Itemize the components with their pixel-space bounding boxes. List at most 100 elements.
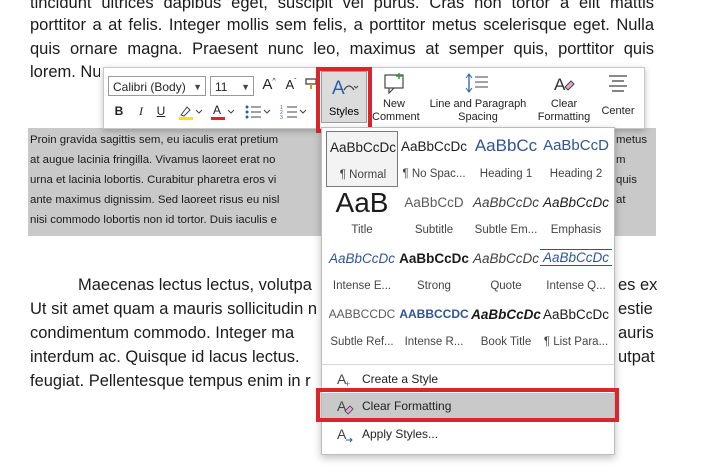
font-color-icon[interactable]: A bbox=[210, 103, 236, 121]
style-sample: AaBbCcDc bbox=[471, 307, 541, 322]
chevron-down-icon[interactable]: ▼ bbox=[193, 77, 202, 97]
style-tile-quote[interactable]: AaBbCcDc Quote bbox=[470, 243, 542, 299]
doc-paragraph-tail: auris bbox=[618, 324, 654, 342]
style-tile-book-title[interactable]: AaBbCcDc Book Title bbox=[470, 299, 542, 355]
style-tile-normal[interactable]: AaBbCcDc ¶ Normal bbox=[326, 131, 398, 187]
doc-paragraph-tail: estie bbox=[618, 300, 653, 318]
selected-line-tail: metus bbox=[616, 134, 648, 146]
doc-paragraph-tail: es ex. bbox=[618, 276, 658, 294]
svg-text:3: 3 bbox=[280, 115, 283, 121]
style-name: Subtitle bbox=[414, 224, 454, 236]
chevron-down-icon[interactable]: ▼ bbox=[241, 77, 250, 97]
style-sample: AaBbCcDc bbox=[542, 307, 610, 322]
line-spacing-button[interactable]: Line and Paragraph Spacing bbox=[424, 72, 532, 124]
style-tile-intense-emphasis[interactable]: AaBbCcDc Intense E... bbox=[326, 243, 398, 299]
style-tile-emphasis[interactable]: AaBbCcDc Emphasis bbox=[540, 187, 612, 243]
doc-paragraph-line: Ut sit amet quam a mauris sollicitudin n bbox=[30, 300, 318, 318]
underline-button[interactable]: U bbox=[154, 104, 168, 118]
style-sample: AaBbCcDc bbox=[472, 195, 540, 210]
numbering-icon[interactable]: 123 bbox=[280, 103, 308, 121]
style-tile-heading-2[interactable]: AaBbCcD Heading 2 bbox=[540, 131, 612, 187]
shrink-font-icon: A bbox=[285, 77, 295, 92]
style-name: ¶ No Spac... bbox=[402, 168, 466, 180]
style-name: Subtle Ref... bbox=[330, 336, 394, 348]
style-name: Intense E... bbox=[332, 280, 392, 292]
font-name-combo[interactable]: Calibri (Body) ▼ bbox=[108, 76, 206, 96]
style-name: ¶ List Para... bbox=[543, 336, 609, 348]
style-tile-strong[interactable]: AaBbCcDc Strong bbox=[398, 243, 470, 299]
styles-highlight-box bbox=[316, 67, 372, 133]
menu-divider bbox=[322, 364, 614, 365]
svg-text:A: A bbox=[554, 75, 566, 94]
comment-icon bbox=[372, 72, 416, 98]
clear-formatting-label: Clear Formatting bbox=[537, 98, 591, 123]
style-tile-intense-reference[interactable]: AABBCCDC Intense R... bbox=[398, 299, 470, 355]
style-name: Heading 2 bbox=[549, 168, 603, 180]
style-tile-intense-quote[interactable]: AaBbCcDc Intense Q... bbox=[540, 243, 612, 299]
bold-button[interactable]: B bbox=[112, 104, 126, 118]
italic-button[interactable]: I bbox=[134, 104, 148, 119]
highlighter-icon[interactable] bbox=[178, 103, 204, 121]
style-sample: AaBbCcDc bbox=[540, 249, 612, 266]
style-name: Quote bbox=[490, 280, 522, 292]
line-spacing-label: Line and Paragraph Spacing bbox=[429, 98, 527, 123]
style-name: Subtle Em... bbox=[474, 224, 538, 236]
clear-formatting-toolbar-button[interactable]: A Clear Formatting bbox=[536, 72, 592, 124]
apply-styles-menu-item[interactable]: A Apply Styles... bbox=[322, 421, 614, 447]
style-tile-list-paragraph[interactable]: AaBbCcDc ¶ List Para... bbox=[540, 299, 612, 355]
doc-paragraph-line: lorem. Nu bbox=[30, 63, 100, 81]
menu-item-label: Apply Styles... bbox=[362, 427, 439, 441]
style-tile-heading-1[interactable]: AaBbCc Heading 1 bbox=[470, 131, 542, 187]
style-name: Heading 1 bbox=[479, 168, 533, 180]
doc-paragraph-line: feugiat. Pellentesque tempus enim in r bbox=[30, 372, 311, 390]
style-name: Intense Q... bbox=[546, 280, 606, 292]
style-sample: AaBbCcD bbox=[543, 137, 609, 154]
mini-toolbar: Calibri (Body) ▼ 11 ▼ A^ Aˇ B I U A 123 … bbox=[103, 67, 645, 129]
doc-paragraph-line: interdum ac. Quisque id lacus lectus. bbox=[30, 348, 300, 366]
svg-text:A: A bbox=[213, 103, 221, 117]
doc-paragraph-tail: utpat bbox=[618, 348, 655, 366]
style-name: Emphasis bbox=[550, 224, 602, 236]
grow-font-icon: A bbox=[262, 76, 273, 93]
align-center-icon bbox=[596, 72, 640, 98]
center-button[interactable]: Center bbox=[596, 72, 640, 118]
style-sample: AaBbCcDc bbox=[329, 140, 397, 155]
font-size-value: 11 bbox=[215, 80, 228, 94]
shrink-font-button[interactable]: Aˇ bbox=[282, 77, 300, 92]
style-sample: AaBbCcDc bbox=[328, 251, 396, 266]
style-tile-no-spacing[interactable]: AaBbCcDc ¶ No Spac... bbox=[398, 131, 470, 187]
style-tile-subtitle[interactable]: AaBbCcD Subtitle bbox=[398, 187, 470, 243]
svg-text:A: A bbox=[337, 426, 347, 442]
style-name: Strong bbox=[417, 280, 451, 292]
style-tile-title[interactable]: AaB Title bbox=[326, 187, 398, 243]
selected-line-tail: quis bbox=[616, 174, 637, 186]
font-size-combo[interactable]: 11 ▼ bbox=[210, 76, 254, 96]
new-comment-label: New Comment bbox=[372, 98, 420, 123]
line-spacing-icon bbox=[424, 72, 532, 98]
style-name: Title bbox=[351, 224, 373, 236]
style-sample: AaBbCcDc bbox=[542, 195, 610, 210]
apply-styles-icon: A bbox=[336, 421, 354, 447]
style-sample: AaBbCcD bbox=[404, 195, 464, 210]
center-label: Center bbox=[601, 105, 635, 117]
style-sample: AaBbCc bbox=[474, 136, 538, 155]
doc-paragraph-line: Maecenas lectus lectus, volutpa bbox=[78, 276, 312, 294]
bullets-icon[interactable] bbox=[244, 103, 272, 121]
font-name-value: Calibri (Body) bbox=[113, 80, 186, 94]
selected-line-tail: m bbox=[616, 154, 626, 166]
style-tile-subtle-reference[interactable]: AABBCCDC Subtle Ref... bbox=[326, 299, 398, 355]
style-name: Intense R... bbox=[404, 336, 464, 348]
doc-paragraph-line: porttitor a at felis. Integer mollis sem… bbox=[30, 16, 654, 34]
selected-line-tail: at bbox=[616, 194, 626, 206]
new-comment-button[interactable]: New Comment bbox=[372, 72, 420, 124]
style-sample: AABBCCDC bbox=[328, 307, 396, 321]
style-tile-subtle-emphasis[interactable]: AaBbCcDc Subtle Em... bbox=[470, 187, 542, 243]
style-sample: AaB bbox=[335, 187, 389, 218]
grow-font-button[interactable]: A^ bbox=[260, 76, 278, 93]
doc-paragraph-line: condimentum commodo. Integer ma bbox=[30, 324, 295, 342]
style-sample: AaBbCcDc bbox=[472, 251, 540, 266]
style-sample: AaBbCcDc bbox=[399, 251, 469, 266]
style-sample: AABBCCDC bbox=[399, 307, 469, 321]
clear-formatting-icon: A bbox=[536, 72, 592, 98]
doc-paragraph-line: quis ornare magna. Praesent nunc leo, ma… bbox=[30, 40, 654, 58]
